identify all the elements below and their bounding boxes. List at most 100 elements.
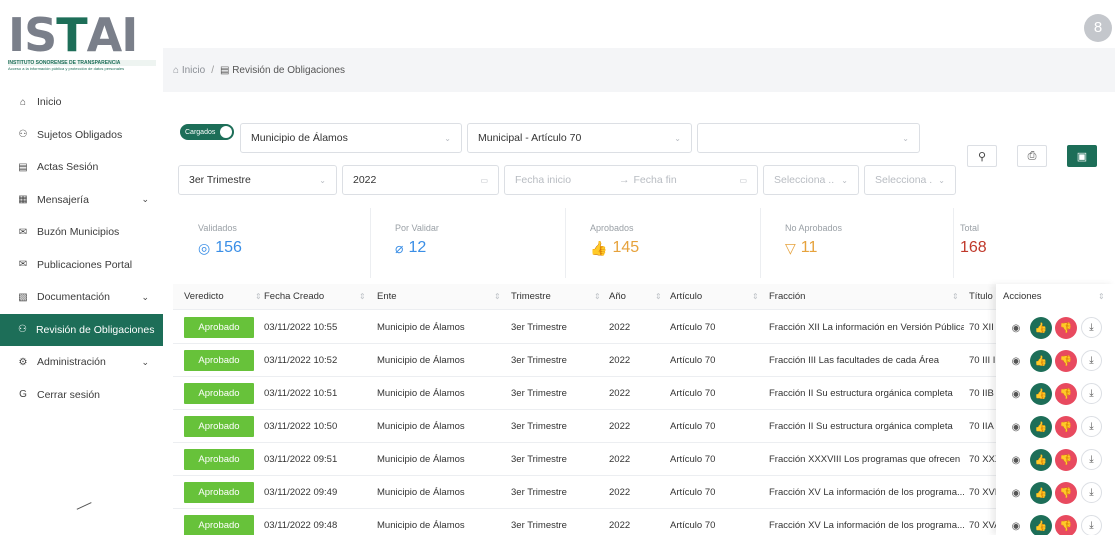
table-cell: Artículo 70 (670, 421, 716, 432)
sidebar-item-label: Publicaciones Portal (37, 258, 133, 271)
approve-button[interactable]: 👍 (1030, 350, 1052, 372)
sidebar-item-buzón-municipios[interactable]: ✉ Buzón Municipios (0, 216, 163, 249)
reject-button[interactable]: 👎 (1055, 416, 1077, 438)
sort-icon[interactable]: ⇕ (655, 284, 662, 310)
table-cell: 2022 (609, 421, 631, 432)
column-header[interactable]: Artículo (670, 284, 702, 310)
sort-icon[interactable]: ⇕ (255, 284, 262, 310)
reject-button[interactable]: 👎 (1055, 317, 1077, 339)
tipo-select[interactable]: Municipal - Artículo 70 ⌄ (467, 123, 692, 153)
sidebar-item-publicaciones-portal[interactable]: ✉ Publicaciones Portal (0, 249, 163, 282)
table-row[interactable]: Aprobado 03/11/2022 09:51 Municipio de Ála… (173, 443, 1115, 476)
column-header[interactable]: Fracción (769, 284, 805, 310)
download-button[interactable]: ⤓ (1081, 515, 1102, 535)
chevron-down-icon[interactable]: ⌄ (141, 194, 149, 205)
calendar-icon: ▭ (480, 175, 488, 185)
table-row[interactable]: Aprobado 03/11/2022 10:55 Municipio de Ála… (173, 311, 1115, 344)
chevron-down-icon[interactable]: ⌄ (141, 292, 149, 303)
search-button[interactable]: ⚲ (967, 145, 997, 167)
sidebar-item-revisión-de-obligaciones[interactable]: ⚇ Revisión de Obligaciones (0, 313, 163, 346)
selecciona-select-2[interactable]: Selecciona ... ⌄ (864, 165, 956, 195)
approve-button[interactable]: 👍 (1030, 416, 1052, 438)
sort-icon[interactable]: ⇕ (494, 284, 501, 310)
export-excel-button[interactable]: ▣ (1067, 145, 1097, 167)
sort-icon[interactable]: ⇕ (752, 284, 759, 310)
anio-picker[interactable]: 2022 ▭ (342, 165, 499, 195)
download-button[interactable]: ⤓ (1081, 449, 1102, 470)
sidebar-item-documentación[interactable]: ▧ Documentación ⌄ (0, 281, 163, 314)
column-header[interactable]: Título (969, 284, 993, 310)
reject-button[interactable]: 👎 (1055, 350, 1077, 372)
selecciona-select-1[interactable]: Selecciona ... ⌄ (763, 165, 859, 195)
view-button[interactable]: ◉ (1005, 416, 1027, 438)
logo-text-left: IS (8, 8, 57, 62)
column-header[interactable]: Trimestre (511, 284, 551, 310)
municipio-select[interactable]: Municipio de Álamos ⌄ (240, 123, 462, 153)
sidebar: IS T AI INSTITUTO SONORENSE DE TRANSPARENC… (0, 0, 163, 535)
download-button[interactable]: ⤓ (1081, 317, 1102, 338)
user-avatar-icon[interactable]: 8 (1084, 14, 1112, 42)
sort-icon[interactable]: ⇕ (359, 284, 366, 310)
approve-button[interactable]: 👍 (1030, 515, 1052, 535)
sort-icon[interactable]: ⇕ (594, 284, 601, 310)
collapse-icon[interactable] (76, 502, 96, 518)
chevron-down-icon[interactable]: ⌄ (141, 357, 149, 368)
thumbs-down-icon: 👎 (1059, 454, 1073, 466)
column-header[interactable]: Ente (377, 284, 397, 310)
date-range-picker[interactable]: Fecha inicio → Fecha fin ▭ (504, 165, 758, 195)
table-header: Veredicto Fecha Creado ⇕ Ente ⇕ Trimestre ⇕ Año… (173, 284, 1115, 310)
table-row[interactable]: Aprobado 03/11/2022 10:51 Municipio de Ála… (173, 377, 1115, 410)
table-row[interactable]: Aprobado 03/11/2022 10:52 Municipio de Ála… (173, 344, 1115, 377)
reject-button[interactable]: 👎 (1055, 383, 1077, 405)
print-button[interactable]: ⎙ (1017, 145, 1047, 167)
download-button[interactable]: ⤓ (1081, 482, 1102, 503)
reject-button[interactable]: 👎 (1055, 449, 1077, 471)
column-header[interactable]: Fecha Creado (264, 284, 324, 310)
column-header[interactable]: Veredicto (184, 284, 224, 310)
approve-button[interactable]: 👍 (1030, 383, 1052, 405)
sidebar-item-administración[interactable]: ⚙ Administración ⌄ (0, 346, 163, 379)
sidebar-item-mensajería[interactable]: ▦ Mensajería ⌄ (0, 184, 163, 217)
sort-icon[interactable]: ⇕ (952, 284, 959, 310)
sidebar-item-actas-sesión[interactable]: ▤ Actas Sesión (0, 151, 163, 184)
calendar-icon: ▭ (739, 175, 747, 185)
home-icon[interactable]: ⌂ (173, 65, 182, 76)
download-button[interactable]: ⤓ (1081, 383, 1102, 404)
view-button[interactable]: ◉ (1005, 482, 1027, 504)
table-cell: 70 XVB (969, 487, 999, 498)
sidebar-item-cerrar-sesión[interactable]: G Cerrar sesión (0, 379, 163, 412)
breadcrumb-home[interactable]: Inicio (182, 65, 205, 76)
table-cell: Artículo 70 (670, 454, 716, 465)
table-cell: 03/11/2022 09:48 (264, 520, 338, 531)
thumbs-up-icon: 👍 (1034, 520, 1048, 532)
cargados-toggle[interactable]: Cargados (180, 124, 234, 140)
download-button[interactable]: ⤓ (1081, 350, 1102, 371)
view-button[interactable]: ◉ (1005, 317, 1027, 339)
approve-button[interactable]: 👍 (1030, 449, 1052, 471)
column-header[interactable]: Año (609, 284, 626, 310)
view-button[interactable]: ◉ (1005, 515, 1027, 535)
selecciona-placeholder: Selecciona ... (774, 174, 836, 186)
eye-icon: ◉ (1011, 487, 1021, 499)
nav-icon: ⌂ (19, 96, 27, 108)
sort-icon[interactable]: ⇕ (1098, 284, 1105, 310)
approve-button[interactable]: 👍 (1030, 317, 1052, 339)
trimestre-select[interactable]: 3er Trimestre ⌄ (178, 165, 337, 195)
table-row[interactable]: Aprobado 03/11/2022 10:50 Municipio de Ála… (173, 410, 1115, 443)
reject-button[interactable]: 👎 (1055, 482, 1077, 504)
table-row[interactable]: Aprobado 03/11/2022 09:49 Municipio de Ála… (173, 476, 1115, 509)
approve-button[interactable]: 👍 (1030, 482, 1052, 504)
reject-button[interactable]: 👎 (1055, 515, 1077, 535)
view-button[interactable]: ◉ (1005, 383, 1027, 405)
download-button[interactable]: ⤓ (1081, 416, 1102, 437)
logo-tagline: Acceso a la información pública y protec… (8, 66, 125, 71)
extra-select[interactable]: ⌄ (697, 123, 920, 153)
eye-icon: ◉ (1011, 388, 1021, 400)
sidebar-item-sujetos-obligados[interactable]: ⚇ Sujetos Obligados (0, 119, 163, 152)
sidebar-item-inicio[interactable]: ⌂ Inicio (0, 86, 163, 119)
download-icon: ⤓ (1089, 520, 1094, 531)
view-button[interactable]: ◉ (1005, 350, 1027, 372)
view-button[interactable]: ◉ (1005, 449, 1027, 471)
table-row[interactable]: Aprobado 03/11/2022 09:48 Municipio de Ála… (173, 509, 1115, 535)
stat-title: Validados (198, 223, 237, 233)
